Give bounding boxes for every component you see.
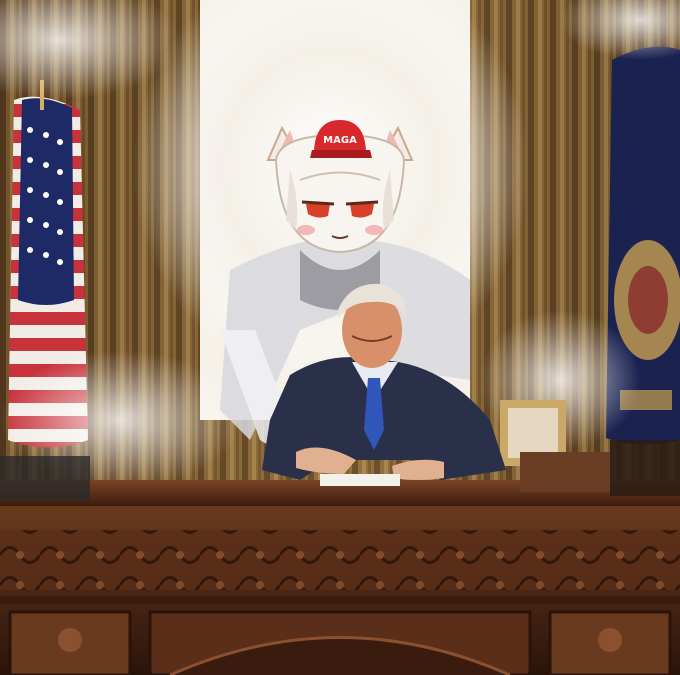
desk-panels [8, 610, 672, 675]
desk-box [520, 452, 610, 492]
hat-text: MAGA [323, 135, 357, 146]
painted-scene: MAGA [0, 0, 680, 675]
scene-svg: MAGA [0, 0, 680, 675]
paper [320, 474, 400, 486]
